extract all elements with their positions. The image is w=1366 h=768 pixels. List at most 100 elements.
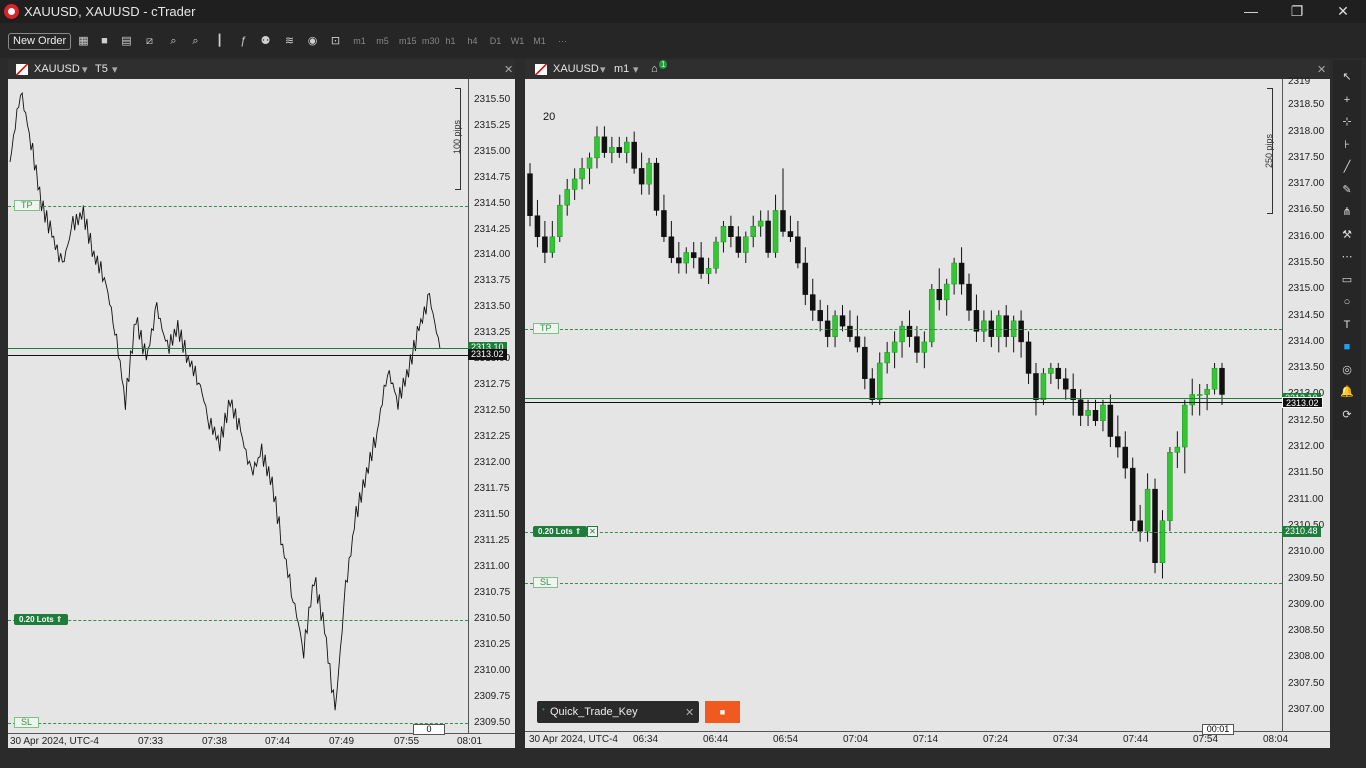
zoom-out-icon[interactable]: ⌕ — [188, 34, 203, 49]
quick-trade-stop-button[interactable]: ■ — [705, 701, 740, 723]
timeframe-m5[interactable]: m5 — [375, 34, 390, 49]
timeframe-m30[interactable]: m30 — [422, 34, 440, 49]
ellipse-icon[interactable]: ○ — [1340, 295, 1354, 309]
snapshot-icon[interactable]: ◎ — [1340, 363, 1354, 377]
left-tick-chart[interactable] — [8, 79, 468, 733]
candle — [973, 294, 980, 342]
left-price-tick: 2312.75 — [474, 379, 511, 391]
close-order-button[interactable]: ✕ — [587, 526, 598, 537]
alerts-icon[interactable]: ⌂ — [651, 63, 658, 75]
left-period-selector[interactable]: T5 — [95, 63, 108, 75]
replay-icon[interactable]: ⟳ — [1340, 408, 1354, 422]
right-candle-chart[interactable] — [525, 79, 1282, 731]
left-lots-label[interactable]: 0.20 Lots ⇑ — [14, 614, 68, 625]
layout-split-icon[interactable]: ▤ — [119, 34, 134, 49]
crosshair-icon[interactable]: + — [1340, 93, 1354, 107]
right-chart-close-button[interactable]: ✕ — [1317, 63, 1326, 76]
chart-type-candles-icon[interactable]: ┃ — [212, 34, 227, 49]
left-time-axis[interactable]: 30 Apr 2024, UTC-4 07:33 07:38 07:44 07:49 07… — [8, 733, 515, 748]
horizontal-line-icon[interactable]: ⋯ — [1340, 250, 1354, 264]
right-sl-label[interactable]: SL — [533, 577, 559, 588]
left-chart-panel[interactable]: XAUUSD ▾ T5 ▾ ✕ TP 0.20 Lots ⇑ SL 100 pi… — [8, 60, 515, 748]
right-chart-panel[interactable]: XAUUSD ▾ m1 ▾ ⌂ 1 ✕ 20 TP 0.20 Lots ⇑ ✕ … — [525, 60, 1330, 748]
left-price-axis[interactable]: 2315.50 2315.25 2315.00 2314.75 2314.50 2314.… — [468, 79, 515, 733]
close-window-button[interactable]: ✕ — [1320, 1, 1366, 21]
left-price-tick: 2310.00 — [474, 664, 511, 676]
layout-grid-icon[interactable]: ▦ — [76, 34, 91, 49]
candle — [772, 194, 779, 258]
timeframe-m15[interactable]: m15 — [399, 34, 417, 49]
symbol-dropdown-icon[interactable]: ▾ — [600, 63, 606, 76]
multi-timeframe-icon[interactable]: ⊡ — [328, 34, 343, 49]
left-chart-close-button[interactable]: ✕ — [504, 63, 513, 76]
right-tp-line[interactable] — [525, 329, 1282, 330]
right-tp-label[interactable]: TP — [533, 323, 559, 334]
left-order-line[interactable] — [8, 620, 468, 621]
candle — [698, 242, 704, 279]
left-price-tick: 2311.25 — [474, 534, 510, 546]
timeframe-mn1[interactable]: M1 — [532, 34, 547, 49]
andrews-pitchfork-icon[interactable]: ⚒ — [1340, 228, 1354, 242]
fibonacci-icon[interactable]: ⋔ — [1340, 205, 1354, 219]
left-sl-line[interactable] — [8, 723, 468, 724]
right-order-line[interactable] — [525, 532, 1282, 533]
select-cursor-icon[interactable]: ↖ — [1340, 70, 1354, 84]
period-dropdown-icon[interactable]: ▾ — [112, 63, 118, 76]
left-symbol-selector[interactable]: XAUUSD — [34, 63, 80, 75]
quick-trade-close-button[interactable]: ✕ — [685, 706, 694, 719]
symbol-flag-icon — [535, 64, 547, 75]
right-price-tick: 2307.00 — [1288, 703, 1325, 715]
rectangle-icon[interactable]: ▭ — [1340, 273, 1354, 287]
more-timeframes[interactable]: ··· — [555, 34, 570, 49]
candle — [839, 305, 846, 332]
alert-bell-icon[interactable]: 🔔 — [1340, 385, 1354, 399]
left-sl-label[interactable]: SL — [14, 717, 40, 728]
color-swatch-icon[interactable]: ■ — [1340, 340, 1354, 354]
pen-icon[interactable]: ✎ — [1340, 183, 1354, 197]
candle — [1174, 431, 1181, 469]
candle — [936, 268, 942, 311]
period-dropdown-icon[interactable]: ▾ — [633, 63, 639, 76]
robot-icon[interactable]: ⚉ — [258, 34, 273, 49]
timeframe-w1[interactable]: W1 — [510, 34, 525, 49]
right-sl-line[interactable] — [525, 583, 1282, 584]
timeframe-h4[interactable]: h4 — [465, 34, 480, 49]
right-price-tick: 2317.50 — [1288, 151, 1325, 163]
candle — [750, 215, 756, 248]
layers-icon[interactable]: ≋ — [282, 34, 297, 49]
minimize-button[interactable]: — — [1228, 1, 1274, 21]
right-symbol-selector[interactable]: XAUUSD — [553, 63, 599, 75]
symbol-dropdown-icon[interactable]: ▾ — [82, 63, 88, 76]
candle — [1048, 362, 1054, 384]
candle — [757, 210, 764, 237]
measure-icon[interactable]: ⊦ — [1340, 138, 1354, 152]
left-tp-line[interactable] — [8, 206, 468, 207]
zoom-cross-icon[interactable]: ⊹ — [1340, 115, 1354, 129]
candle — [943, 278, 950, 316]
candle — [527, 163, 533, 227]
text-icon[interactable]: T — [1340, 318, 1354, 332]
chart-mode-icon[interactable]: ⧄ — [142, 34, 157, 49]
timeframe-m1[interactable]: m1 — [352, 34, 367, 49]
right-price-tick: 2314.00 — [1288, 335, 1325, 347]
left-price-tick: 2311.50 — [474, 509, 510, 520]
indicators-icon[interactable]: ƒ — [236, 34, 251, 49]
right-time-tick: 07:04 — [843, 734, 869, 745]
title-bar: XAUUSD, XAUUSD - cTrader — ❐ ✕ — [0, 0, 1366, 23]
zoom-in-icon[interactable]: ⌕ — [166, 34, 181, 49]
drag-handle-icon[interactable]: • — [542, 705, 545, 714]
timeframe-h1[interactable]: h1 — [443, 34, 458, 49]
left-chart-header: XAUUSD ▾ T5 ▾ ✕ — [8, 60, 515, 79]
right-price-tick: 2318.00 — [1288, 125, 1325, 137]
new-order-button[interactable]: New Order — [8, 33, 72, 50]
right-lots-label[interactable]: 0.20 Lots ⇑ — [533, 526, 587, 537]
restore-button[interactable]: ❐ — [1274, 1, 1320, 21]
timeframe-d1[interactable]: D1 — [488, 34, 503, 49]
eye-icon[interactable]: ◉ — [305, 34, 320, 49]
right-time-tick: 06:44 — [703, 734, 729, 745]
layout-single-icon[interactable]: ■ — [97, 34, 112, 49]
candle — [1010, 315, 1017, 353]
left-tp-label[interactable]: TP — [14, 200, 40, 211]
trend-line-icon[interactable]: ╱ — [1340, 160, 1354, 174]
right-period-selector[interactable]: m1 — [614, 63, 629, 75]
